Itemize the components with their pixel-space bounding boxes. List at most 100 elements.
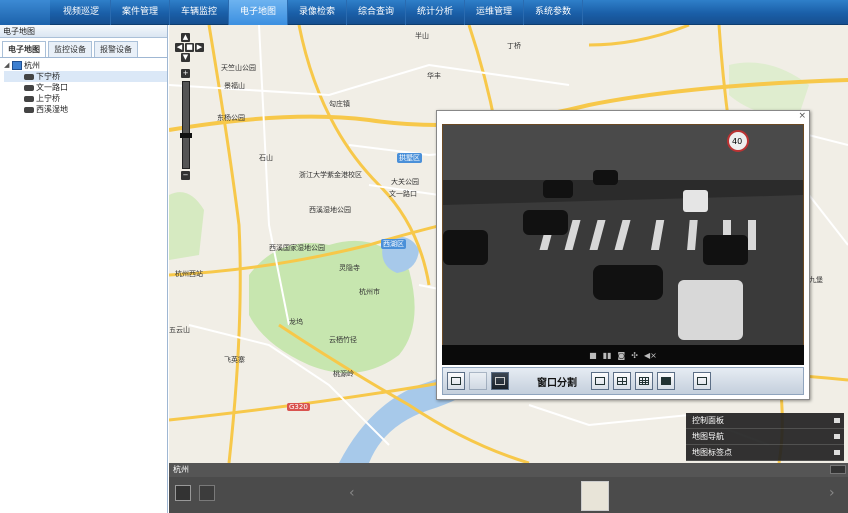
nav-video-patrol[interactable]: 视频巡逻	[52, 0, 111, 25]
nav-statistics[interactable]: 统计分析	[406, 0, 465, 25]
map-label: 飞英寨	[224, 356, 245, 364]
zoom-slider[interactable]	[182, 81, 190, 169]
map-label: 丁桥	[507, 42, 521, 50]
restore-window-button[interactable]	[447, 372, 465, 390]
collapse-icon[interactable]: ◢	[4, 60, 12, 71]
tree-item-label: 西溪湿地	[36, 105, 68, 114]
city-icon	[12, 61, 22, 70]
split-1-button[interactable]	[591, 372, 609, 390]
map-label: 浙江大学紫金港校区	[299, 171, 362, 179]
nav-system-params[interactable]: 系统参数	[524, 0, 583, 25]
thumbnail-strip: ‹ ›	[169, 477, 848, 513]
screen-icon	[495, 377, 505, 385]
tab-monitor-devices[interactable]: 监控设备	[48, 41, 92, 57]
map-label: 半山	[415, 32, 429, 40]
grid-9-icon	[639, 377, 649, 385]
nav-comprehensive-query[interactable]: 综合查询	[347, 0, 406, 25]
tab-electronic-map[interactable]: 电子地图	[2, 41, 46, 57]
toggle-icon[interactable]	[834, 418, 840, 423]
window-split-label: 窗口分割	[537, 377, 577, 389]
pointer-icon[interactable]	[199, 485, 215, 501]
tree-item[interactable]: 文一路口	[4, 82, 167, 93]
pan-left-icon[interactable]: ◀	[175, 43, 184, 52]
main-nav: 视频巡逻 案件管理 车辆监控 电子地图 录像检索 综合查询 统计分析 运维管理 …	[52, 0, 583, 25]
toggle-icon[interactable]	[834, 450, 840, 455]
tab-alarm-devices[interactable]: 报警设备	[94, 41, 138, 57]
pan-right-icon[interactable]: ▶	[195, 43, 204, 52]
layer-map-navigation[interactable]: 地图导航	[686, 429, 844, 445]
next-arrow-icon[interactable]: ›	[829, 485, 835, 501]
left-panel: 电子地图 电子地图 监控设备 报警设备 ◢ 杭州 下宁桥 文一路口 上宁桥 西溪…	[0, 25, 168, 513]
nav-electronic-map[interactable]: 电子地图	[229, 0, 288, 25]
map-label: 灵隐寺	[339, 264, 360, 272]
close-icon[interactable]: ×	[798, 112, 806, 121]
zoom-in-icon[interactable]: +	[181, 69, 190, 78]
fullscreen-icon[interactable]	[175, 485, 191, 501]
traffic-camera-frame: 40	[443, 125, 803, 347]
minimize-icon[interactable]	[830, 465, 846, 474]
nav-recording-search[interactable]: 录像检索	[288, 0, 347, 25]
bottom-title-label: 杭州	[173, 465, 189, 474]
map-canvas[interactable]: ▲ ◀ ■ ▶ ▼ + − 天竺山公园 景福山 勾庄镇 东杨公园 石山 浙江大学…	[169, 25, 848, 463]
video-controls: ■ ▮▮ ◙ ✣ ◀×	[442, 345, 804, 365]
grid-16-icon	[661, 377, 671, 385]
video-view: 40	[442, 124, 804, 365]
map-label: 西溪湿地公园	[309, 206, 351, 214]
tree-root-label: 杭州	[24, 61, 40, 70]
layer-label: 地图标签点	[692, 448, 732, 457]
layer-label: 控制面板	[692, 416, 724, 425]
maximize-button[interactable]	[693, 372, 711, 390]
layer-panel: 控制面板 地图导航 地图标签点	[686, 413, 844, 461]
left-panel-title: 电子地图	[0, 25, 167, 38]
map-label: 西溪国家湿地公园	[269, 244, 325, 252]
maximize-icon	[697, 377, 707, 385]
pan-zoom-control: ▲ ◀ ■ ▶ ▼ + −	[175, 33, 204, 183]
map-thumbnail[interactable]	[581, 481, 609, 511]
top-nav-bar: 视频巡逻 案件管理 车辆监控 电子地图 录像检索 综合查询 统计分析 运维管理 …	[0, 0, 848, 25]
snapshot-icon[interactable]: ◙	[618, 351, 626, 360]
split-9-button[interactable]	[635, 372, 653, 390]
layer-control-panel[interactable]: 控制面板	[686, 413, 844, 429]
tree-item[interactable]: 下宁桥	[4, 71, 167, 82]
map-label: 五云山	[169, 326, 190, 334]
pan-down-icon[interactable]: ▼	[181, 53, 190, 62]
video-popup: × 40 ■ ▮▮ ◙ ✣ ◀× 窗口分割	[436, 110, 810, 400]
blank-button[interactable]	[469, 372, 487, 390]
tree-item[interactable]: 西溪湿地	[4, 104, 167, 115]
fullscreen-video-button[interactable]	[491, 372, 509, 390]
prev-arrow-icon[interactable]: ‹	[349, 485, 355, 501]
camera-icon	[24, 84, 34, 91]
pan-up-icon[interactable]: ▲	[181, 33, 190, 42]
map-label: 云栖竹径	[329, 336, 357, 344]
split-16-button[interactable]	[657, 372, 675, 390]
map-badge: 西湖区	[381, 239, 406, 249]
camera-icon	[24, 106, 34, 113]
svg-text:40: 40	[732, 137, 742, 146]
road-badge: G320	[287, 403, 310, 411]
grid-4-icon	[617, 377, 627, 385]
record-icon[interactable]: ▮▮	[603, 351, 612, 360]
logo	[0, 0, 50, 25]
window-split-toolbar: 窗口分割	[442, 367, 804, 395]
pan-center-icon[interactable]: ■	[185, 43, 194, 52]
split-4-button[interactable]	[613, 372, 631, 390]
mute-icon[interactable]: ◀×	[644, 351, 657, 360]
map-label: 文一路口	[389, 190, 417, 198]
map-label: 九堡	[809, 276, 823, 284]
tree-root[interactable]: ◢ 杭州	[4, 60, 167, 71]
single-window-icon	[595, 377, 605, 385]
tree-item[interactable]: 上宁桥	[4, 93, 167, 104]
toggle-icon[interactable]	[834, 434, 840, 439]
nav-operations[interactable]: 运维管理	[465, 0, 524, 25]
map-label: 龙坞	[289, 318, 303, 326]
nav-vehicle-monitor[interactable]: 车辆监控	[170, 0, 229, 25]
ptz-icon[interactable]: ✣	[631, 351, 638, 360]
nav-case-management[interactable]: 案件管理	[111, 0, 170, 25]
zoom-out-icon[interactable]: −	[181, 171, 190, 180]
zoom-slider-thumb[interactable]	[180, 133, 192, 138]
camera-icon	[24, 95, 34, 102]
layer-map-markers[interactable]: 地图标签点	[686, 445, 844, 461]
tree-item-label: 上宁桥	[36, 94, 60, 103]
stop-icon[interactable]: ■	[589, 351, 597, 360]
map-label: 景福山	[224, 82, 245, 90]
